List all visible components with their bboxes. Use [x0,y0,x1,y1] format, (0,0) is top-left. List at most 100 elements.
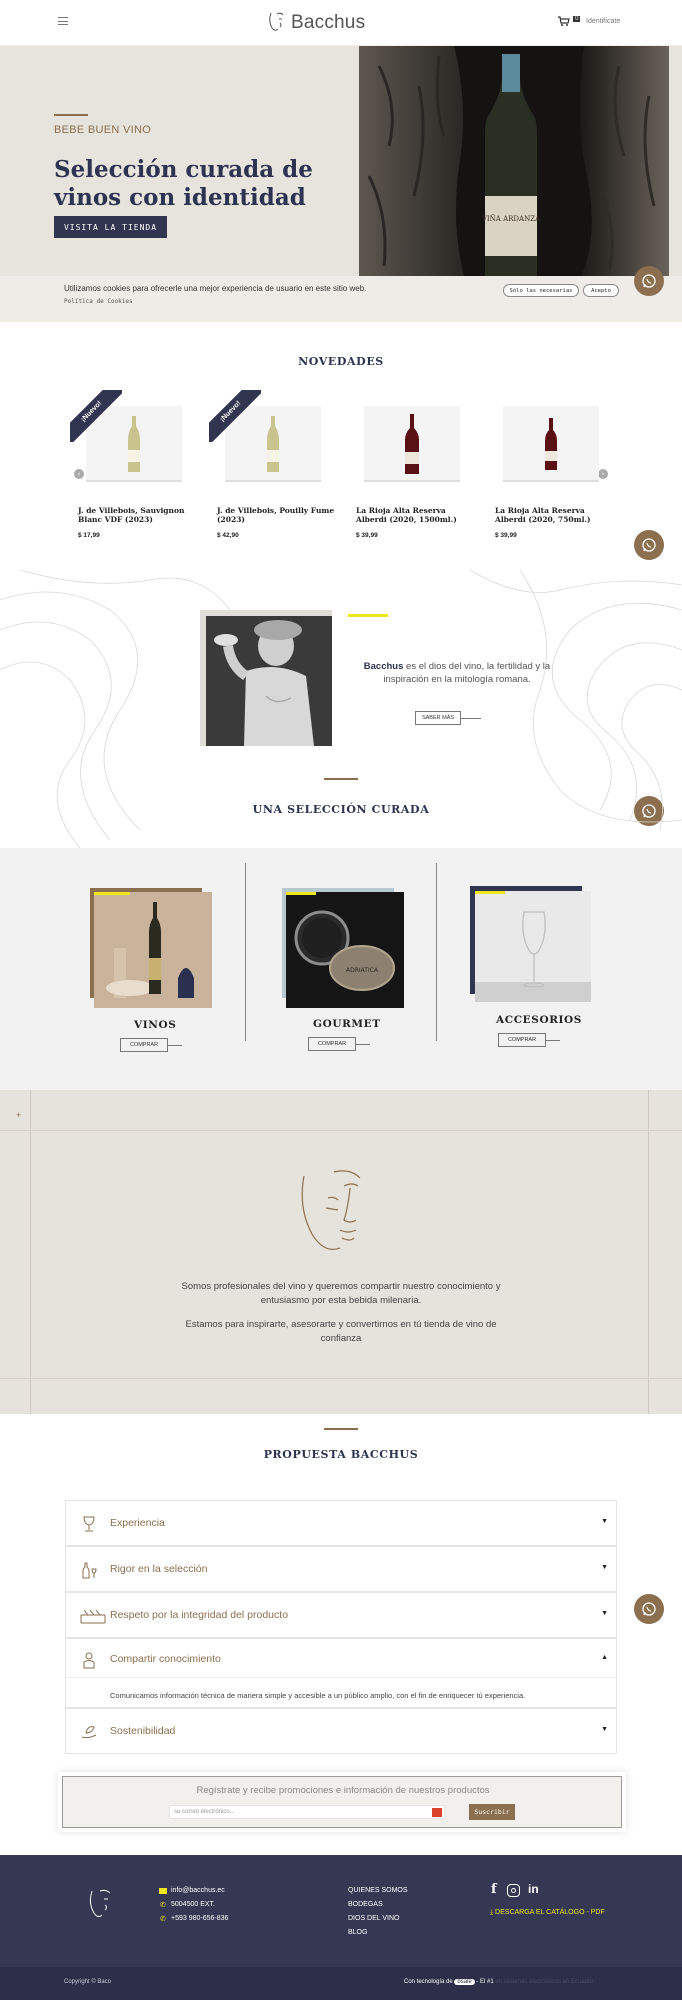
product-price: $ 17,99 [78,532,100,539]
product-price: $ 39,99 [495,532,517,539]
cart-icon [558,16,570,26]
accordion-item-respeto[interactable]: Respeto por la integridad del producto ▼ [65,1592,617,1638]
footer-link-bodegas[interactable]: BODEGAS [348,1901,383,1908]
visit-store-button[interactable]: VISITA LA TIENDA [54,216,167,238]
newsletter-email-input[interactable]: su correo electrónico... [169,1805,445,1819]
about-section: + Somos profesionales del vino y queremo… [0,1090,682,1414]
accordion-label: Sostenibilidad [110,1725,176,1737]
accordion-label: Rigor en la selección [110,1563,208,1575]
product-name[interactable]: La Rioja Alta Reserva Alberdi (2020, 750… [495,506,615,524]
chevron-up-icon: ▲ [601,1654,608,1661]
facebook-icon[interactable]: f [491,1882,497,1897]
download-catalog-link[interactable]: ⤓ DESCARGA EL CATÁLOGO - PDF [490,1909,605,1917]
cookie-accept-button[interactable]: Acepto [583,284,619,297]
seleccion-title: UNA SELECCIÓN CURADA [252,803,430,816]
new-badge: ¡Nuevo! [209,390,261,442]
accordion-item-sostenibilidad[interactable]: Sostenibilidad ▼ [65,1708,617,1754]
hero-accent-line [54,114,88,116]
powered-by-text: Con tecnología de [404,1979,453,1985]
product-name[interactable]: La Rioja Alta Reserva Alberdi (2020, 150… [356,506,476,524]
carousel-prev-button[interactable]: ‹ [74,469,84,479]
category-gourmet-button[interactable]: COMPRAR [308,1037,356,1051]
category-vinos-title[interactable]: VINOS [134,1019,176,1031]
caviar-label-text: ADRIATICA [346,967,379,974]
bottle-glass-icon [82,1562,97,1579]
buy-arrow-line [356,1044,370,1045]
cookie-policy-link[interactable]: Política de Cookies [64,298,133,305]
menu-icon[interactable] [58,17,68,25]
footer-phone-1[interactable]: 5004500 EXT. [171,1901,215,1908]
brand-name: Bacchus [291,12,366,33]
plus-icon: + [16,1110,22,1120]
accordion-label: Experiencia [110,1517,165,1529]
whatsapp-small-icon: ✆ [160,1916,166,1923]
category-gourmet-title[interactable]: GOURMET [313,1018,381,1030]
whatsapp-button[interactable] [634,1594,664,1624]
footer-logo[interactable] [86,1887,116,1923]
chevron-down-icon: ▼ [601,1564,608,1571]
hero-kicker: BEBE BUEN VINO [54,124,152,136]
wine-rack-icon [80,1609,106,1624]
leaf-hand-icon [81,1726,97,1739]
propuesta-title: PROPUESTA BACCHUS [263,1448,419,1461]
login-link[interactable]: Identifícate [586,18,620,25]
newsletter-placeholder: su correo electrónico... [174,1809,235,1815]
product-image[interactable] [364,406,460,482]
category-gourmet-image[interactable]: ADRIATICA [282,888,404,1008]
footer-link-blog[interactable]: BLOG [348,1929,367,1936]
accordion-divider [66,1677,616,1678]
category-accesorios-image[interactable] [470,886,592,1006]
site-header: Bacchus 0 Identifícate [0,0,682,46]
chevron-down-icon: ▼ [601,1726,608,1733]
whatsapp-button[interactable] [634,266,664,296]
cart-count: 0 [573,16,581,22]
accordion-item-experiencia[interactable]: Experiencia ▼ [65,1500,617,1546]
footer-link-quienes[interactable]: QUIENES SOMOS [348,1887,408,1894]
footer-email[interactable]: info@bacchus.ec [171,1887,225,1894]
decorative-line [0,1130,682,1131]
product-image[interactable] [503,406,599,482]
footer-bottom-bar: Copyright © Baco Con tecnología de bsale… [0,1967,682,2000]
cookie-necessary-button[interactable]: Sólo las necesarias [503,284,579,297]
category-accesorios-button[interactable]: COMPRAR [498,1033,546,1047]
bacchus-description: Bacchus es el dios del vino, la fertilid… [352,660,562,686]
accordion-item-rigor[interactable]: Rigor en la selección ▼ [65,1546,617,1592]
bsale-logo: bsale [454,1979,475,1985]
subscribe-button[interactable]: Suscribir [469,1804,515,1820]
buy-arrow-line [546,1040,560,1041]
buy-arrow-line [168,1045,182,1046]
hero-wine-photo: VIÑA ARDANZA [359,46,669,276]
bottle-label-text: VIÑA ARDANZA [481,214,541,223]
category-accesorios-title[interactable]: ACCESORIOS [496,1014,582,1026]
product-name[interactable]: J. de Villebois, Sauvignon Blanc VDF (20… [78,506,198,524]
whatsapp-button[interactable] [634,530,664,560]
footer-link-dios[interactable]: DIOS DEL VINO [348,1915,399,1922]
decorative-line [648,1090,649,1414]
product-price: $ 39,99 [356,532,378,539]
site-footer: info@bacchus.ec ✆ 5004500 EXT. ✆ +593 98… [0,1855,682,2000]
cart-button[interactable]: 0 [558,16,581,29]
bacchus-text: es el dios del vino, la fertilidad y la … [383,661,551,685]
instagram-icon[interactable] [507,1884,520,1897]
whatsapp-icon [642,538,656,552]
copyright-text: Copyright © Baco [64,1979,112,1985]
wine-glass-icon [83,1516,95,1532]
about-text-1: Somos profesionales del vino y queremos … [181,1281,501,1306]
learn-more-button[interactable]: SABER MÁS [415,711,461,725]
powered-by[interactable]: Con tecnología de bsale - El #1 en siste… [404,1979,593,1985]
product-name[interactable]: J. de Villebois, Pouilly Fume (2023) [217,506,337,524]
newsletter-box: Regístrate y recibe promociones e inform… [58,1772,626,1832]
download-catalog-label: DESCARGA EL CATÁLOGO - PDF [495,1909,605,1916]
carousel-next-button[interactable]: › [598,469,608,479]
category-vinos-button[interactable]: COMPRAR [120,1038,168,1052]
novedades-title: NOVEDADES [298,355,384,368]
category-vinos-image[interactable] [90,888,212,1008]
footer-phone-2[interactable]: +593 980-656-836 [171,1915,228,1922]
powered-rank: - El #1 [476,1979,494,1985]
categories-section: VINOS COMPRAR ADRIATICA GOURMET COMPRAR … [0,848,682,1090]
bacchus-face-icon [269,12,284,31]
accordion-body: Comunicamos información técnica de maner… [110,1691,526,1700]
brand-logo[interactable]: Bacchus [267,10,365,36]
accordion-item-compartir[interactable]: Compartir conocimiento ▲ Comunicamos inf… [65,1638,617,1708]
linkedin-icon[interactable]: in [528,1882,539,1896]
